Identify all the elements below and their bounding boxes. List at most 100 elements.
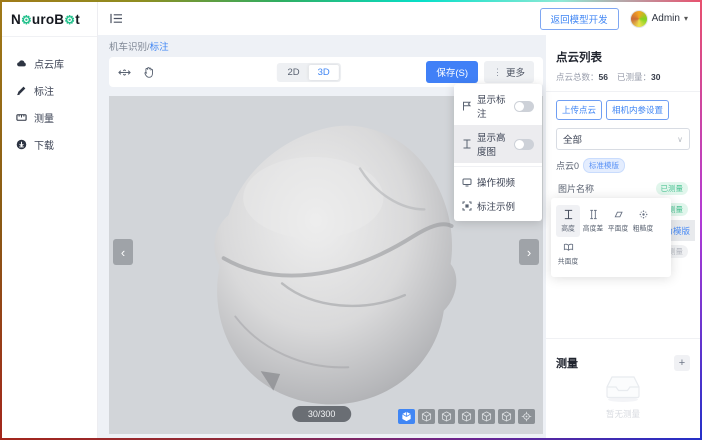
username: Admin [652, 13, 680, 24]
back-to-model-dev-button[interactable]: 返回模型开发 [540, 8, 619, 30]
sidebar-item-label: 点云库 [34, 56, 64, 71]
view-back-button[interactable] [438, 409, 455, 424]
app-window: N⚙uroB⚙t 点云库 标注 测量 下载 返回模型开发 [2, 2, 700, 438]
height-ibeam-icon [462, 139, 472, 149]
total-value: 56 [599, 72, 608, 82]
sidebar-item-pointcloud-library[interactable]: 点云库 [2, 50, 97, 77]
sidebar-item-label: 标注 [34, 83, 54, 98]
view-top-button[interactable] [498, 409, 515, 424]
tool-roughness[interactable]: 粗糙度 [631, 205, 655, 237]
menu-item-annotation-example[interactable]: 标注示例 [454, 194, 542, 218]
measure-section-header: 测量 + [556, 347, 690, 371]
group-name: 点云0 [556, 159, 579, 172]
menu-item-tutorial-video[interactable]: 操作视频 [454, 170, 542, 194]
more-dots-icon: ⋮ [493, 67, 502, 78]
crosshair-icon [521, 411, 532, 422]
sidebar-nav: 点云库 标注 测量 下载 [2, 37, 97, 158]
topbar-right: 返回模型开发 Admin ▾ [540, 8, 688, 30]
breadcrumb: 机车识别/标注 [109, 38, 543, 57]
sidebar-item-download[interactable]: 下载 [2, 131, 97, 158]
tool-height-difference[interactable]: 高度差 [581, 205, 605, 237]
mode-2d-button[interactable]: 2D [278, 65, 308, 80]
divider [546, 91, 700, 92]
pointcloud-group[interactable]: 点云0 标准模版 [556, 157, 690, 178]
prev-image-button[interactable]: ‹ [113, 239, 133, 265]
roughness-icon [638, 209, 649, 220]
sidebar-item-annotate[interactable]: 标注 [2, 77, 97, 104]
total-count: 点云总数：56 [556, 71, 608, 83]
sidebar-item-label: 测量 [34, 110, 54, 125]
height-icon [563, 209, 574, 220]
sidebar-item-measure[interactable]: 测量 [2, 104, 97, 131]
show-annotations-toggle[interactable] [514, 101, 534, 112]
tool-label: 高度差 [583, 224, 603, 233]
save-button[interactable]: 保存(S) [426, 61, 478, 83]
pointcloud-panel: 点云列表 点云总数：56 已测量：30 上传点云 相机内参设置 全部 ∨ 点云0… [546, 35, 700, 438]
filter-value: 全部 [563, 132, 582, 146]
frame-border-top [0, 0, 702, 2]
view-reset-button[interactable] [518, 409, 535, 424]
chevron-down-icon: ∨ [677, 135, 683, 144]
tool-coplanarity[interactable]: 共面度 [556, 238, 580, 270]
upload-pointcloud-button[interactable]: 上传点云 [556, 100, 602, 120]
empty-inbox-icon [602, 373, 644, 403]
more-button[interactable]: ⋮ 更多 [484, 61, 534, 83]
panel-title: 点云列表 [556, 49, 690, 65]
mode-3d-button[interactable]: 3D [309, 65, 339, 80]
frame-icon [462, 201, 472, 211]
more-button-label: 更多 [506, 65, 525, 79]
pagination-badge: 30/300 [292, 406, 352, 422]
gear-icon: ⚙ [21, 13, 32, 27]
more-dropdown-menu: 显示标注 显示高度图 操作视频 标注示例 [454, 84, 542, 221]
camera-params-button[interactable]: 相机内参设置 [606, 100, 669, 120]
menu-item-label: 显示高度图 [477, 130, 509, 158]
measured-value: 30 [651, 72, 660, 82]
tool-flatness[interactable]: 平面度 [606, 205, 630, 237]
cloud-icon [16, 58, 27, 69]
menu-item-label: 操作视频 [477, 175, 515, 189]
next-image-button[interactable]: › [519, 239, 539, 265]
measure-empty-state: 暂无测量 [556, 371, 690, 428]
user-menu[interactable]: Admin ▾ [630, 10, 688, 28]
cube-wire-icon [501, 411, 512, 422]
menu-divider [454, 166, 542, 167]
list-item[interactable]: 图片名称 已测量 [556, 178, 690, 199]
caret-down-icon: ▾ [684, 14, 688, 23]
pen-icon [16, 85, 27, 96]
menu-item-label: 标注示例 [477, 199, 515, 213]
logo-text: uroB [32, 12, 64, 27]
hand-tool-icon[interactable] [142, 66, 155, 79]
view-orientation-bar [398, 409, 535, 424]
template-badge: 标准模版 [583, 158, 625, 173]
tool-height[interactable]: 高度 [556, 205, 580, 237]
breadcrumb-current: 标注 [150, 42, 169, 53]
add-measure-button[interactable]: + [674, 355, 690, 371]
avatar [630, 10, 648, 28]
filter-select[interactable]: 全部 ∨ [556, 128, 690, 150]
panel-actions: 上传点云 相机内参设置 [556, 100, 690, 120]
workspace: 机车识别/标注 2D 3D 保存(S) ⋮ 更 [98, 35, 546, 438]
cube-wire-icon [461, 411, 472, 422]
brand-logo: N⚙uroB⚙t [2, 2, 97, 37]
menu-item-show-annotations[interactable]: 显示标注 [454, 87, 542, 125]
download-icon [16, 139, 27, 150]
measured-badge: 已测量 [656, 182, 689, 195]
view-mode-switch: 2D 3D [276, 63, 340, 82]
view-iso-button[interactable] [398, 409, 415, 424]
view-front-button[interactable] [418, 409, 435, 424]
frame-border-left [0, 0, 2, 440]
breadcrumb-path[interactable]: 机车识别/ [109, 42, 150, 53]
tooth-3d-model[interactable] [167, 112, 479, 414]
collapse-sidebar-icon[interactable] [110, 13, 123, 24]
view-right-button[interactable] [478, 409, 495, 424]
measure-tools-popup: 高度 高度差 平面度 粗糙度 [551, 198, 671, 277]
logo-text: t [75, 12, 80, 27]
view-left-button[interactable] [458, 409, 475, 424]
topbar: 返回模型开发 Admin ▾ [98, 2, 700, 35]
flatness-icon [613, 209, 624, 220]
menu-item-show-heightmap[interactable]: 显示高度图 [454, 125, 542, 163]
show-heightmap-toggle[interactable] [514, 139, 534, 150]
toolbar-actions: 保存(S) ⋮ 更多 [426, 61, 534, 83]
move-tool-icon[interactable] [118, 66, 131, 79]
height-difference-icon [588, 209, 599, 220]
